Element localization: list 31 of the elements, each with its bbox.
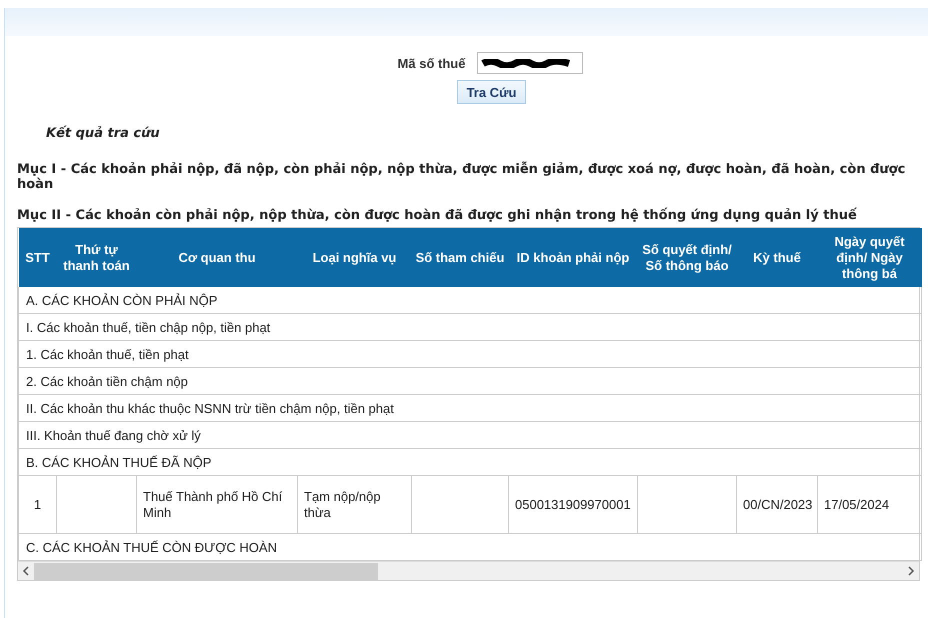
- column-header: Loại nghĩa vụ: [298, 228, 412, 287]
- tax-code-input[interactable]: [477, 52, 584, 74]
- column-header: Số tham chiếu: [412, 228, 508, 287]
- redaction-mark-icon: [481, 58, 572, 68]
- table-cell: 0500131909970001: [508, 476, 638, 534]
- column-header: Kỳ thuế: [736, 228, 818, 287]
- column-header: STT: [18, 228, 56, 287]
- search-button[interactable]: Tra Cứu: [456, 80, 526, 104]
- column-header: ID khoản phải nộp: [508, 228, 638, 287]
- group-row-cell: III. Khoản thuế đang chờ xử lý: [18, 422, 922, 448]
- scrollbar-thumb[interactable]: [34, 562, 378, 580]
- table-cell: Thuế Thành phố Hồ Chí Minh: [136, 476, 298, 534]
- group-row-cell: I. Các khoản thuế, tiền chập nộp, tiền phạt: [18, 314, 922, 340]
- table-cell: 1: [18, 476, 56, 534]
- table-cell: Tạm nộp/nộp thừa: [298, 476, 412, 534]
- group-row-cell: 2. Các khoản tiền chậm nộp: [18, 368, 922, 394]
- section-heading: Mục II - Các khoản còn phải nộp, nộp thừa, còn được hoàn đã được ghi nhận trong hệ thống ứng dụng quản lý thuế: [17, 208, 858, 223]
- column-header: Ngày quyết định/ Ngày thông bá: [818, 228, 922, 287]
- group-row-cell: II. Các khoản thu khác thuộc NSNN trừ tiền chậm nộp, tiền phạt: [18, 394, 922, 422]
- table-cell: 00/CN/2023: [736, 476, 818, 534]
- horizontal-scrollbar[interactable]: [18, 561, 919, 580]
- section-heading: Mục I - Các khoản phải nộp, đã nộp, còn phải nộp, nộp thừa, được miễn giảm, được xoá nợ, được hoàn, đã hoàn, còn được hoàn: [17, 162, 906, 192]
- column-header: Số quyết định/ Số thông báo: [638, 228, 736, 287]
- group-row-cell: 1. Các khoản thuế, tiền phạt: [18, 340, 922, 368]
- group-row-cell: A. CÁC KHOẢN CÒN PHẢI NỘP: [18, 287, 922, 314]
- table-cell: 17/05/2024: [818, 476, 922, 534]
- tax-code-label: Mã số thuế: [398, 56, 466, 70]
- group-row-cell: B. CÁC KHOẢN THUẾ ĐÃ NỘP: [18, 448, 922, 476]
- column-header: Cơ quan thu: [136, 228, 298, 287]
- column-header: Thứ tự thanh toán: [56, 228, 136, 287]
- results-heading: Kết quả tra cứu: [46, 126, 161, 141]
